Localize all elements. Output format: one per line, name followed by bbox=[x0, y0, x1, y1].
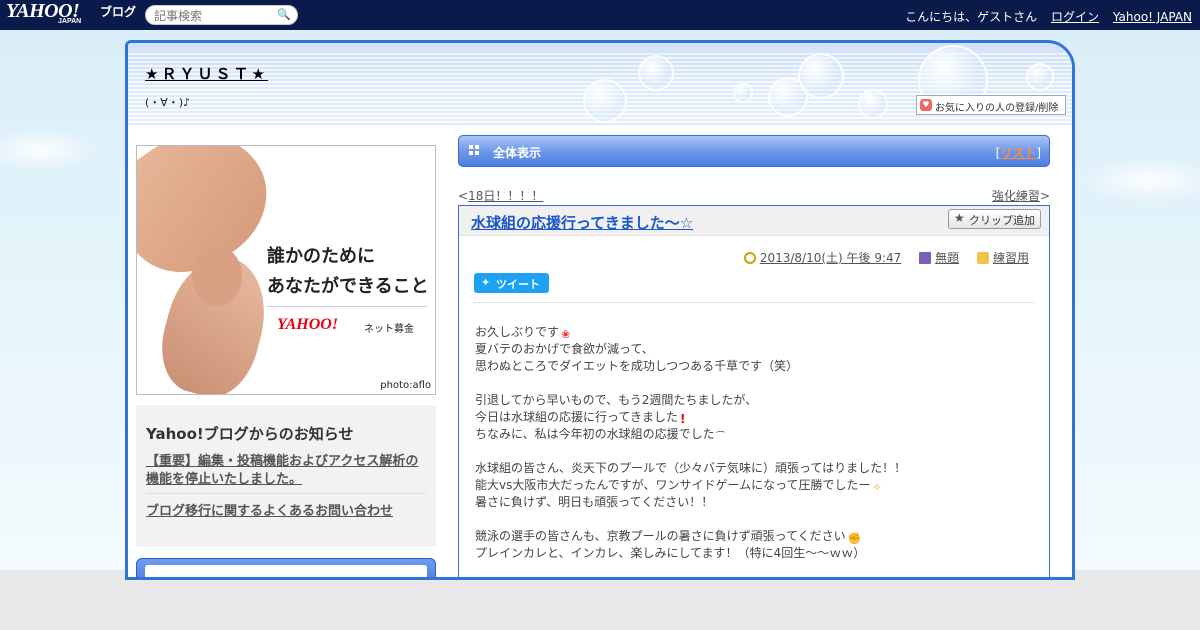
post-line: 引退してから早いもので、もう2週間たちましたが、 bbox=[475, 393, 758, 407]
view-bar: 全体表示 [リスト] bbox=[458, 135, 1050, 167]
post-line-text: ちなみに、私は今年初の水球組の応援でした bbox=[475, 427, 715, 441]
post-line: 今日は水球組の応援に行ってきました! bbox=[475, 409, 1035, 426]
yahoo-japan-link[interactable]: Yahoo! JAPAN bbox=[1113, 10, 1192, 24]
list-toggle: [リスト] bbox=[996, 144, 1041, 161]
post-line: ちなみに、私は今年初の水球組の応援でした ⁀ bbox=[475, 426, 1035, 443]
sidebar-widget bbox=[136, 558, 436, 577]
logo-blog-text: ブログ bbox=[100, 5, 137, 19]
post-body: お久しぶりです ❀ 夏バテのおかげで食欲が減って、 思わぬところでダイエットを成功… bbox=[475, 324, 1035, 562]
book-icon bbox=[919, 252, 932, 264]
search-box: 🔍 bbox=[145, 5, 298, 25]
post-date-link[interactable]: 2013/8/10(土) 午後 9:47 bbox=[760, 251, 901, 265]
prev-post-link[interactable]: 18日！！！！ bbox=[468, 189, 543, 203]
clip-add-button[interactable]: ★ クリップ追加 bbox=[948, 209, 1041, 229]
sidebar-widget-body bbox=[145, 565, 427, 577]
exclamation-emoji-icon: ! bbox=[680, 412, 686, 426]
post-line: 水球組の皆さん、炎天下のプールで（少々バテ気味に）頑張ってはりました！！ bbox=[475, 461, 907, 475]
post-line: 能大vs大阪市大だったんですが、ワンサイドゲームになって圧勝でしたー ✧ bbox=[475, 477, 1035, 494]
post-line-text: 競泳の選手の皆さんも、京教プールの暑さに負けず頑張ってください bbox=[475, 529, 846, 543]
sweat-emoji-icon: ⁀ bbox=[716, 432, 725, 443]
view-all-label: 全体表示 bbox=[493, 146, 542, 160]
post-line-text: 能大vs大阪市大だったんですが、ワンサイドゲームになって圧勝でしたー bbox=[475, 478, 871, 492]
post-header: 水球組の応援行ってきました～☆ ★ クリップ追加 bbox=[459, 206, 1049, 236]
list-link[interactable]: リスト bbox=[1000, 146, 1036, 160]
pager-prev-prefix: < bbox=[458, 189, 469, 203]
logo-sub-text: JAPAN bbox=[58, 18, 82, 25]
post-line: プレインカレと、インカレ、楽しみにしてます！（特に4回生～～ｗｗ） bbox=[475, 546, 866, 560]
thumbs-up-emoji-icon: ✊ bbox=[847, 532, 862, 545]
post-blank-line bbox=[475, 443, 1035, 460]
post-line: 夏バテのおかげで食欲が減って、 bbox=[475, 342, 654, 356]
star-icon: ★ bbox=[954, 211, 965, 225]
tweet-label: ツイート bbox=[496, 278, 540, 291]
donation-ad-banner[interactable]: 誰かのために あなたができること YAHOO! ネット募金 photo:aflo bbox=[136, 145, 436, 395]
bubble-decoration bbox=[798, 53, 844, 99]
post-line: 思わぬところでダイエットを成功しつつある千草です（笑） bbox=[475, 359, 799, 373]
search-input[interactable] bbox=[154, 8, 274, 23]
pager-next-suffix: > bbox=[1039, 189, 1050, 203]
pager-next: 強化練習> bbox=[992, 187, 1050, 204]
notice-link-faq[interactable]: ブログ移行に関するよくあるお問い合わせ bbox=[146, 500, 393, 519]
ad-logo-sub: ネット募金 bbox=[364, 324, 414, 335]
hand-image bbox=[192, 246, 242, 306]
bubble-decoration bbox=[1026, 63, 1054, 91]
ad-headline-2: あなたができること bbox=[267, 276, 429, 297]
login-link[interactable]: ログイン bbox=[1051, 10, 1099, 24]
post-tag-link[interactable]: 無題 bbox=[935, 251, 959, 265]
top-navigation-bar: YAHOO! JAPAN ブログ 🔍 こんにちは、ゲストさん ログイン Yaho… bbox=[0, 0, 1200, 30]
bubble-decoration bbox=[638, 55, 674, 91]
grid-icon bbox=[469, 145, 480, 156]
sparkle-emoji-icon: ✧ bbox=[872, 481, 882, 494]
favorite-register-label: お気に入りの人の登録/削除 bbox=[935, 103, 1059, 114]
post-line-text: 今日は水球組の応援に行ってきました bbox=[475, 410, 679, 424]
twitter-bird-icon: ✦ bbox=[481, 276, 491, 289]
list-bracket-close: ] bbox=[1036, 146, 1041, 160]
post-line: お久しぶりです ❀ bbox=[475, 324, 1035, 341]
post-line: 競泳の選手の皆さんも、京教プールの暑さに負けず頑張ってください ✊ bbox=[475, 528, 1035, 545]
bubble-decoration bbox=[733, 83, 753, 103]
search-icon[interactable]: 🔍 bbox=[277, 8, 291, 21]
favorite-register-button[interactable]: ♥ お気に入りの人の登録/削除 bbox=[916, 95, 1066, 115]
post-title[interactable]: 水球組の応援行ってきました～☆ bbox=[471, 212, 693, 233]
notice-panel: Yahoo!ブログからのお知らせ 【重要】編集・投稿機能およびアクセス解析の機能… bbox=[136, 405, 436, 547]
notice-divider bbox=[146, 493, 426, 494]
blog-subtitle: (・∀・)♪ bbox=[145, 96, 191, 109]
post-line: 暑さに負けず、明日も頑張ってください！！ bbox=[475, 495, 714, 509]
folder-icon bbox=[976, 252, 989, 264]
post-blank-line bbox=[475, 511, 1035, 528]
bubble-decoration bbox=[583, 79, 627, 123]
ad-divider bbox=[267, 306, 427, 307]
blog-title[interactable]: ★ＲＹＵＳＴ★ bbox=[145, 63, 268, 84]
clip-add-label: クリップ追加 bbox=[969, 214, 1035, 227]
ad-logo: YAHOO! bbox=[277, 316, 339, 333]
notice-link-important[interactable]: 【重要】編集・投稿機能およびアクセス解析の機能を停止いたしました。 bbox=[146, 453, 431, 489]
clock-icon bbox=[743, 252, 756, 264]
post-line-text: お久しぶりです bbox=[475, 325, 560, 339]
user-nav: こんにちは、ゲストさん ログイン Yahoo! JAPAN bbox=[895, 8, 1192, 25]
tweet-button[interactable]: ✦ ツイート bbox=[474, 273, 549, 293]
heart-icon: ♥ bbox=[920, 99, 932, 111]
post-divider bbox=[474, 302, 1034, 303]
photo-credit: photo:aflo bbox=[380, 380, 431, 391]
post-category-link[interactable]: 練習用 bbox=[993, 251, 1029, 265]
blog-post: 水球組の応援行ってきました～☆ ★ クリップ追加 2013/8/10(土) 午後… bbox=[458, 205, 1050, 577]
next-post-link[interactable]: 強化練習 bbox=[992, 189, 1040, 203]
greeting-text: こんにちは、ゲストさん bbox=[905, 10, 1038, 24]
post-blank-line bbox=[475, 375, 1035, 392]
blog-header: ★ＲＹＵＳＴ★ (・∀・)♪ ♥ お気に入りの人の登録/削除 bbox=[128, 43, 1072, 125]
post-meta: 2013/8/10(土) 午後 9:47 無題 練習用 bbox=[743, 249, 1029, 266]
blog-frame: ★ＲＹＵＳＴ★ (・∀・)♪ ♥ お気に入りの人の登録/削除 誰かのために あな… bbox=[125, 40, 1075, 580]
ad-headline-1: 誰かのために bbox=[267, 246, 375, 267]
tulip-emoji-icon: ❀ bbox=[561, 328, 571, 341]
bubble-decoration bbox=[858, 89, 888, 119]
notice-title: Yahoo!ブログからのお知らせ bbox=[146, 425, 354, 443]
post-pager: <18日！！！！ 強化練習> bbox=[458, 187, 1050, 204]
